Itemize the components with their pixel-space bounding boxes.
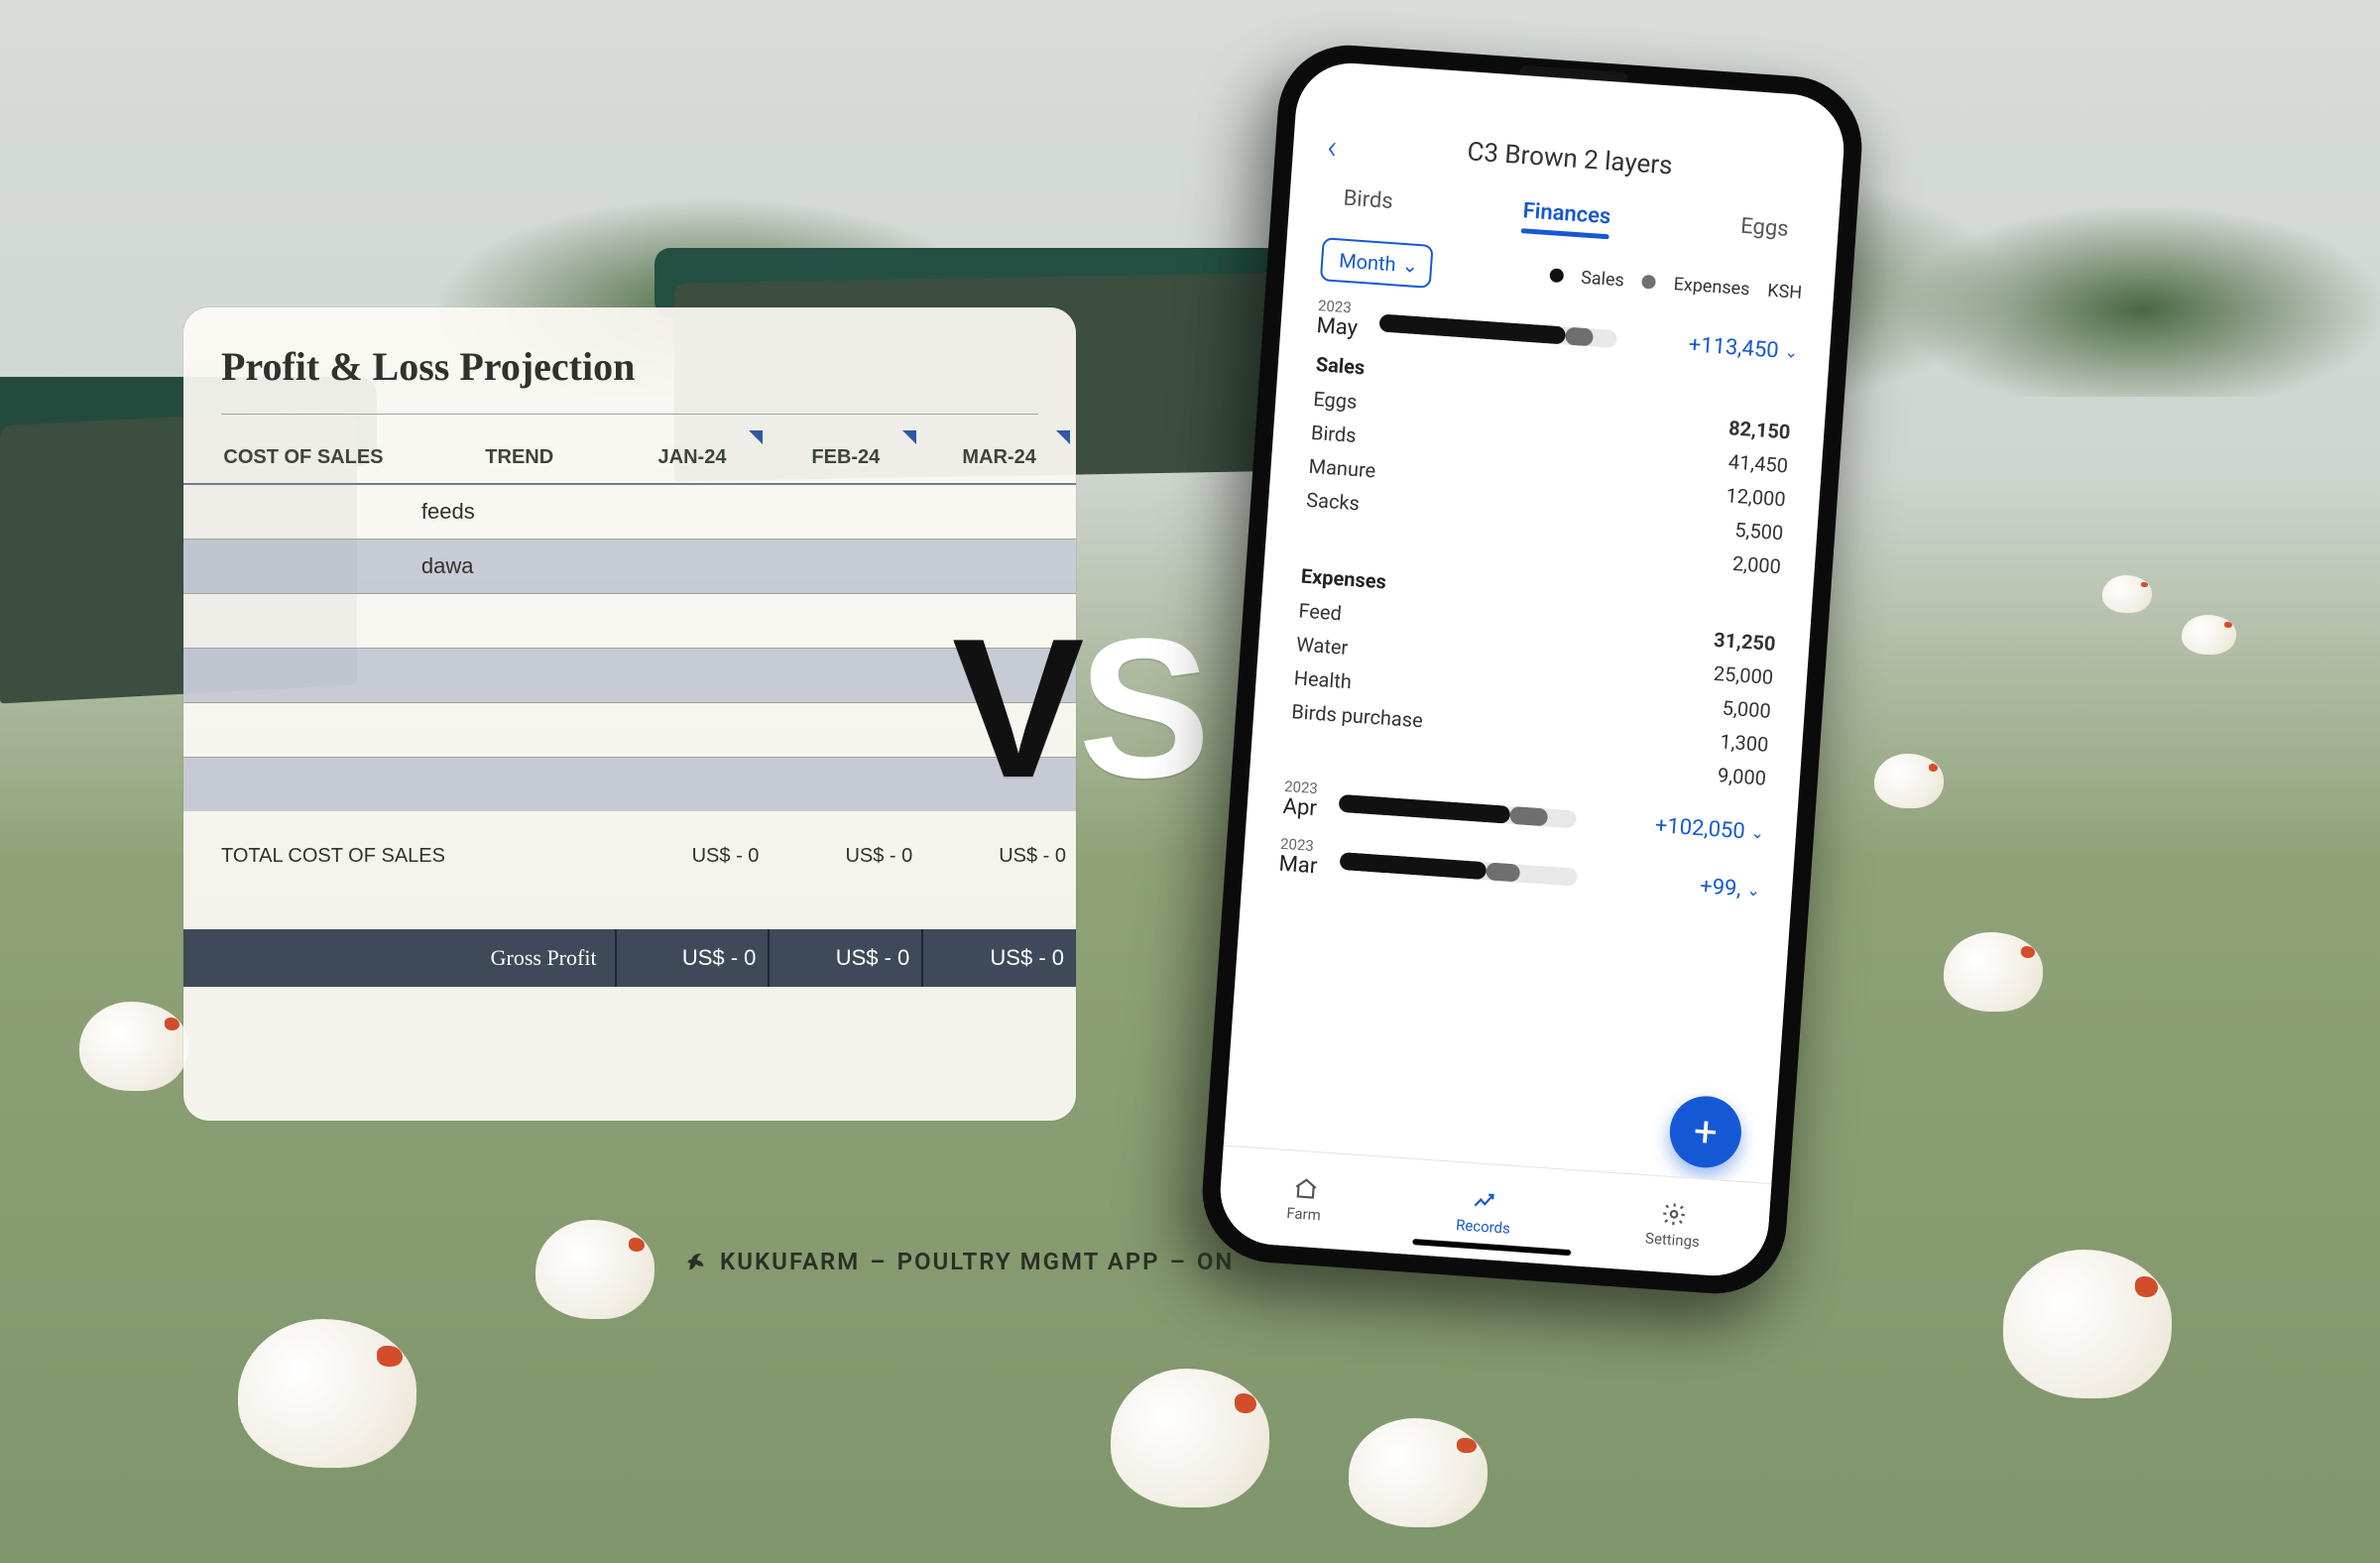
spreadsheet-panel: Profit & Loss Projection COST OF SALES T… xyxy=(183,307,1076,1121)
chicken xyxy=(238,1319,416,1468)
logo-icon xyxy=(684,1249,710,1274)
records-icon xyxy=(1471,1187,1498,1215)
nav-farm[interactable]: Farm xyxy=(1286,1174,1324,1224)
chicken xyxy=(2182,615,2236,655)
col-jan[interactable]: JAN-24 xyxy=(616,424,770,484)
legend-dot-sales xyxy=(1549,268,1564,283)
back-button[interactable]: ‹ xyxy=(1326,127,1339,168)
phone-mockup: ‹ C3 Brown 2 layers Birds Finances Eggs … xyxy=(1198,41,1866,1298)
sheet-title: Profit & Loss Projection xyxy=(221,343,1076,390)
chicken xyxy=(1349,1418,1488,1527)
month-list: 2023May +113,450⌄ SalesEggs82,150Birds41… xyxy=(1278,299,1800,909)
sales-expense-bar xyxy=(1379,313,1618,348)
chart-legend: Sales Expenses KSH xyxy=(1549,265,1803,303)
month-block[interactable]: 2023May +113,450⌄ SalesEggs82,150Birds41… xyxy=(1286,299,1799,795)
col-mar[interactable]: MAR-24 xyxy=(922,424,1076,484)
gross-profit-row: Gross Profit US$ - 0 US$ - 0 US$ - 0 xyxy=(183,929,1076,987)
total-row: TOTAL COST OF SALES US$ - 0 US$ - 0 US$ … xyxy=(183,811,1076,882)
farm-icon xyxy=(1292,1174,1320,1202)
nav-records[interactable]: Records xyxy=(1456,1186,1513,1238)
tab-finances[interactable]: Finances xyxy=(1522,198,1611,229)
period-selector[interactable]: Month⌄ xyxy=(1320,237,1434,289)
tabbar: Birds Finances Eggs xyxy=(1343,186,1790,242)
table-row[interactable] xyxy=(183,649,1076,703)
net-amount: +102,050⌄ xyxy=(1654,813,1765,846)
chicken xyxy=(1874,754,1944,808)
month-label: Mar xyxy=(1278,852,1318,880)
flag-icon xyxy=(749,430,763,444)
divider xyxy=(221,414,1038,415)
gear-icon xyxy=(1660,1200,1688,1228)
table-row[interactable]: dawa xyxy=(183,540,1076,594)
col-trend: TREND xyxy=(408,424,616,484)
month-label: May xyxy=(1316,313,1359,341)
net-amount: +113,450⌄ xyxy=(1688,332,1799,365)
sales-expense-bar xyxy=(1339,852,1578,887)
phone-screen: ‹ C3 Brown 2 layers Birds Finances Eggs … xyxy=(1217,60,1847,1279)
month-block[interactable]: 2023Mar +99,⌄ xyxy=(1278,837,1762,910)
table-row[interactable]: feeds xyxy=(183,484,1076,540)
nav-settings[interactable]: Settings xyxy=(1645,1199,1703,1251)
month-label: Apr xyxy=(1282,794,1318,821)
chevron-down-icon: ⌄ xyxy=(1750,822,1765,842)
currency-label: KSH xyxy=(1767,280,1803,302)
chicken xyxy=(536,1220,654,1319)
chevron-down-icon: ⌄ xyxy=(1746,880,1761,900)
flag-icon xyxy=(1056,430,1070,444)
table-row[interactable] xyxy=(183,758,1076,812)
chicken xyxy=(79,1002,188,1091)
chevron-down-icon: ⌄ xyxy=(1784,342,1799,362)
table-row[interactable] xyxy=(183,703,1076,758)
vs-label: VS xyxy=(952,595,1205,823)
net-amount: +99,⌄ xyxy=(1699,874,1761,902)
flag-icon xyxy=(902,430,916,444)
table-header-row: COST OF SALES TREND JAN-24 FEB-24 MAR-24 xyxy=(183,424,1076,484)
chicken xyxy=(2003,1250,2172,1398)
tab-eggs[interactable]: Eggs xyxy=(1739,214,1789,242)
col-cost: COST OF SALES xyxy=(183,424,408,484)
table-row[interactable] xyxy=(183,594,1076,649)
page-title: C3 Brown 2 layers xyxy=(1329,127,1812,190)
chicken xyxy=(2102,575,2152,613)
comparison-graphic: Profit & Loss Projection COST OF SALES T… xyxy=(0,0,2380,1563)
tab-birds[interactable]: Birds xyxy=(1343,186,1394,214)
sales-expense-bar xyxy=(1339,794,1578,829)
chicken xyxy=(1944,932,2043,1012)
col-feb[interactable]: FEB-24 xyxy=(769,424,922,484)
brand-line: KUKUFARM – POULTRY MGMT APP – ON xyxy=(684,1248,1234,1275)
chevron-down-icon: ⌄ xyxy=(1401,253,1419,278)
legend-dot-expenses xyxy=(1641,275,1656,290)
projection-table: COST OF SALES TREND JAN-24 FEB-24 MAR-24… xyxy=(183,424,1076,987)
chicken xyxy=(1111,1369,1269,1507)
